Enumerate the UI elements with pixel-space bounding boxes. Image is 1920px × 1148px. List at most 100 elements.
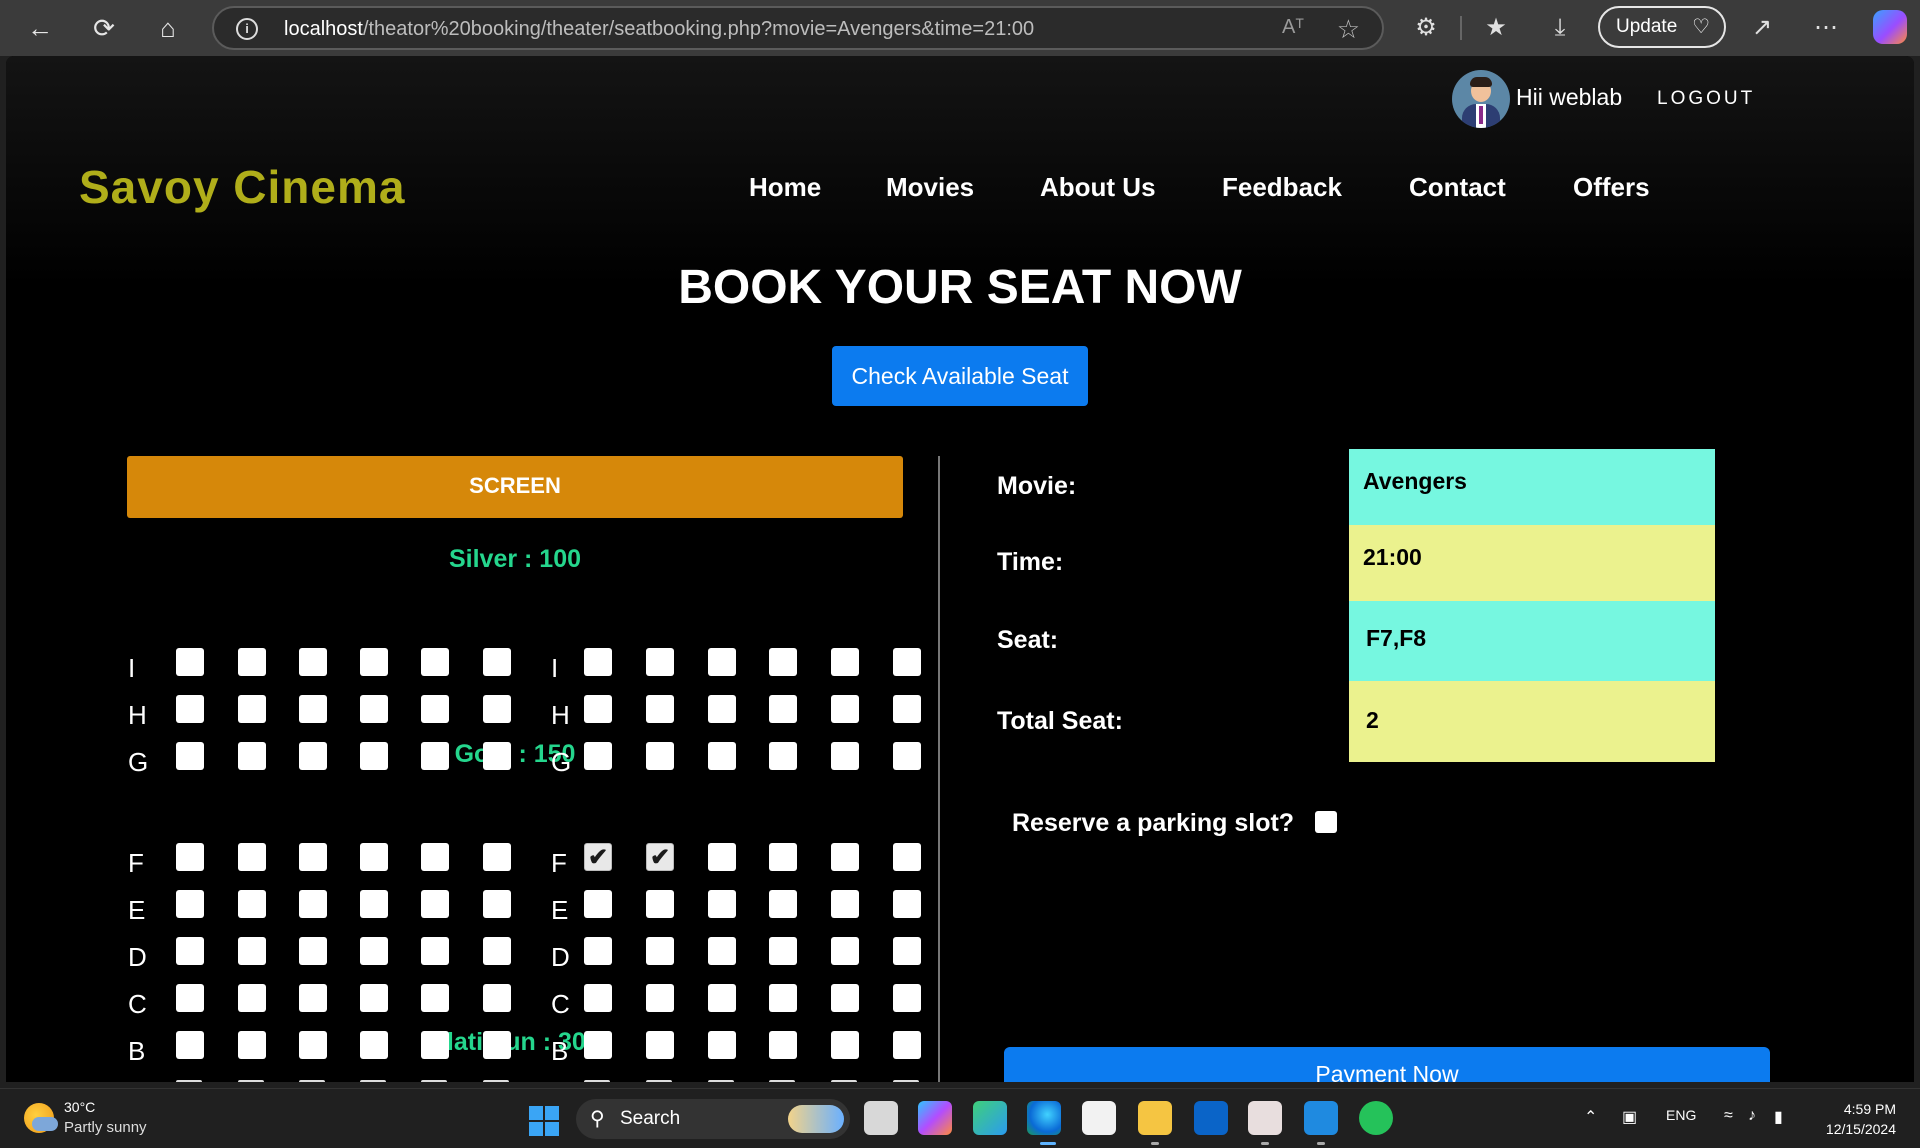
seat-F8[interactable]: ✔ [646, 843, 674, 871]
seat-F6[interactable] [483, 843, 511, 871]
seat-D4[interactable] [360, 937, 388, 965]
seat-I10[interactable] [769, 648, 797, 676]
seat-D8[interactable] [646, 937, 674, 965]
seat-B2[interactable] [238, 1031, 266, 1059]
seat-D3[interactable] [299, 937, 327, 965]
weather-temperature[interactable]: 30°C [64, 1099, 95, 1115]
copilot-icon[interactable] [1873, 10, 1907, 44]
seat-F1[interactable] [176, 843, 204, 871]
extensions-icon[interactable]: ⚙ [1408, 10, 1444, 46]
seat-I2[interactable] [238, 648, 266, 676]
seat-F10[interactable] [769, 843, 797, 871]
seat-H7[interactable] [584, 695, 612, 723]
seat-B10[interactable] [769, 1031, 797, 1059]
widgets-icon[interactable] [973, 1101, 1007, 1135]
seat-F4[interactable] [360, 843, 388, 871]
seat-D6[interactable] [483, 937, 511, 965]
seat-E4[interactable] [360, 890, 388, 918]
start-icon[interactable] [529, 1106, 559, 1136]
seat-platinum-row[interactable] [421, 1080, 447, 1082]
vscode-icon[interactable] [1304, 1101, 1338, 1135]
seat-platinum-row[interactable] [831, 1080, 857, 1082]
wifi-icon[interactable]: ≈ [1724, 1107, 1733, 1125]
site-info-icon[interactable]: i [236, 18, 258, 40]
seat-D12[interactable] [893, 937, 921, 965]
seat-I8[interactable] [646, 648, 674, 676]
seat-G6[interactable] [483, 742, 511, 770]
seat-C2[interactable] [238, 984, 266, 1012]
seat-F7[interactable]: ✔ [584, 843, 612, 871]
file-explorer-icon[interactable] [1138, 1101, 1172, 1135]
seat-I12[interactable] [893, 648, 921, 676]
seat-B8[interactable] [646, 1031, 674, 1059]
seat-H8[interactable] [646, 695, 674, 723]
seat-D5[interactable] [421, 937, 449, 965]
seat-E6[interactable] [483, 890, 511, 918]
seat-G8[interactable] [646, 742, 674, 770]
seat-E8[interactable] [646, 890, 674, 918]
url-text[interactable]: localhost/theator%20booking/theater/seat… [284, 18, 1034, 41]
nav-feedback[interactable]: Feedback [1222, 172, 1342, 203]
seat-F12[interactable] [893, 843, 921, 871]
seat-C1[interactable] [176, 984, 204, 1012]
seat-D7[interactable] [584, 937, 612, 965]
task-view-icon[interactable] [864, 1101, 898, 1135]
seat-H5[interactable] [421, 695, 449, 723]
seat-E12[interactable] [893, 890, 921, 918]
seat-B3[interactable] [299, 1031, 327, 1059]
seat-platinum-row[interactable] [360, 1080, 386, 1082]
more-options-icon[interactable]: ⋯ [1808, 10, 1844, 46]
seat-I4[interactable] [360, 648, 388, 676]
parking-checkbox[interactable] [1315, 811, 1337, 833]
seat-G3[interactable] [299, 742, 327, 770]
seat-G11[interactable] [831, 742, 859, 770]
store-icon[interactable] [1082, 1101, 1116, 1135]
seat-B4[interactable] [360, 1031, 388, 1059]
favorite-star-icon[interactable]: ☆ [1337, 14, 1360, 45]
seat-E9[interactable] [708, 890, 736, 918]
seat-F2[interactable] [238, 843, 266, 871]
seat-C12[interactable] [893, 984, 921, 1012]
seat-I7[interactable] [584, 648, 612, 676]
seat-C3[interactable] [299, 984, 327, 1012]
battery-icon[interactable]: ▮ [1774, 1107, 1783, 1127]
seat-H11[interactable] [831, 695, 859, 723]
home-icon[interactable]: ⌂ [150, 10, 186, 46]
seat-D2[interactable] [238, 937, 266, 965]
seat-H3[interactable] [299, 695, 327, 723]
seat-C6[interactable] [483, 984, 511, 1012]
seat-F9[interactable] [708, 843, 736, 871]
logout-link[interactable]: LOGOUT [1657, 88, 1755, 110]
weather-condition[interactable]: Partly sunny [64, 1119, 147, 1136]
tablet-mode-icon[interactable]: ▣ [1622, 1107, 1637, 1127]
weather-icon[interactable] [24, 1103, 58, 1133]
seat-C4[interactable] [360, 984, 388, 1012]
address-bar[interactable]: i localhost/theator%20booking/theater/se… [212, 6, 1384, 50]
read-aloud-icon[interactable]: Aᵀ [1282, 16, 1304, 39]
seat-platinum-row[interactable] [769, 1080, 795, 1082]
seat-F3[interactable] [299, 843, 327, 871]
seat-I9[interactable] [708, 648, 736, 676]
seat-C7[interactable] [584, 984, 612, 1012]
downloads-icon[interactable]: ⤓ [1542, 10, 1578, 46]
nav-contact[interactable]: Contact [1409, 172, 1506, 203]
site-logo[interactable]: Savoy Cinema [79, 160, 405, 214]
check-available-seat-button[interactable]: Check Available Seat [832, 346, 1088, 406]
seat-B7[interactable] [584, 1031, 612, 1059]
seat-I3[interactable] [299, 648, 327, 676]
volume-icon[interactable]: ♪ [1748, 1107, 1756, 1125]
seat-F11[interactable] [831, 843, 859, 871]
seat-C10[interactable] [769, 984, 797, 1012]
seat-H10[interactable] [769, 695, 797, 723]
seat-E5[interactable] [421, 890, 449, 918]
seat-G4[interactable] [360, 742, 388, 770]
nav-about-us[interactable]: About Us [1040, 172, 1156, 203]
update-button[interactable]: Update ♡ [1598, 6, 1726, 48]
seat-F5[interactable] [421, 843, 449, 871]
taskbar-search[interactable]: ⚲ Search [576, 1099, 850, 1139]
outlook-icon[interactable] [1194, 1101, 1228, 1135]
seat-D9[interactable] [708, 937, 736, 965]
seat-C9[interactable] [708, 984, 736, 1012]
favorites-icon[interactable]: ★ [1478, 10, 1514, 46]
seat-I6[interactable] [483, 648, 511, 676]
